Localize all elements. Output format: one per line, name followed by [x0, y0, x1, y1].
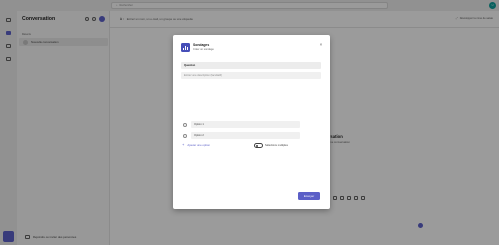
multiple-selection-toggle-group: Sélections multiples — [254, 143, 288, 148]
add-option-button[interactable]: + Ajouter une option — [182, 142, 211, 148]
option-2-radio-icon — [183, 134, 187, 138]
multiple-selection-label: Sélections multiples — [265, 143, 288, 147]
poll-dialog: Sondages Créer un sondage × Question Ent… — [173, 35, 330, 209]
description-input[interactable]: Entrez une description (facultatif) — [181, 72, 321, 79]
option-1-radio-icon — [183, 123, 187, 127]
polls-app-icon — [181, 43, 190, 52]
add-option-label: Ajouter une option — [187, 143, 211, 147]
multiple-selection-toggle[interactable] — [254, 143, 263, 148]
plus-icon: + — [182, 142, 185, 147]
dialog-title: Sondages — [193, 43, 210, 47]
question-input[interactable]: Question — [181, 62, 321, 69]
close-icon[interactable]: × — [318, 41, 324, 47]
option-2-input[interactable]: Option 2 — [191, 132, 300, 139]
dialog-subtitle: Créer un sondage — [193, 47, 214, 51]
send-button[interactable]: Envoyer — [298, 192, 320, 200]
option-1-input[interactable]: Option 1 — [191, 121, 300, 128]
